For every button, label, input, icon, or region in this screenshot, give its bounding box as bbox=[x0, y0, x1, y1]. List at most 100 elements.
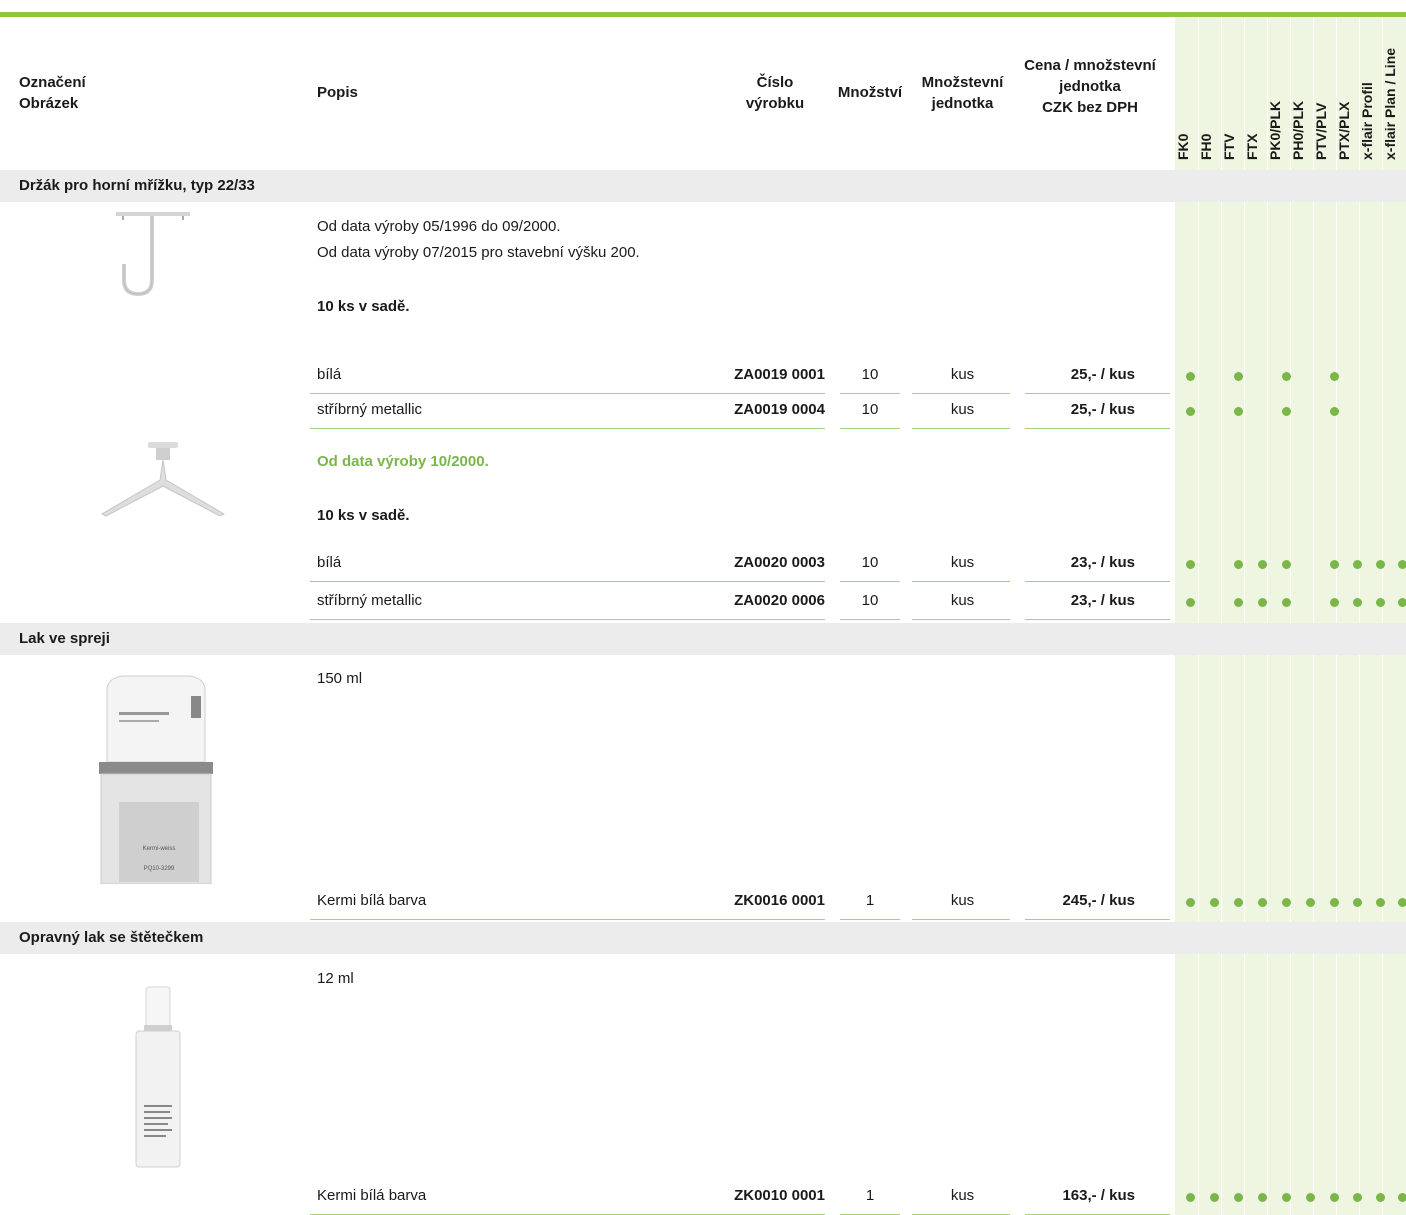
compat-dot bbox=[1353, 1193, 1362, 1202]
compat-dot bbox=[1282, 898, 1291, 907]
header-product-number-line2: výrobku bbox=[745, 95, 805, 112]
compat-header-1: FH0 bbox=[1198, 133, 1214, 160]
compat-dot bbox=[1210, 1193, 1219, 1202]
compat-dot bbox=[1234, 1193, 1243, 1202]
row-description: stříbrný metallic bbox=[317, 592, 423, 609]
compat-dot bbox=[1234, 598, 1243, 607]
header-product-number: Číslo výrobku bbox=[710, 72, 840, 114]
row-price: 245,- / kus bbox=[1062, 892, 1135, 909]
header-image-label: Obrázek bbox=[19, 95, 79, 112]
section-header-touch-up-lacquer: Opravný lak se štětečkem bbox=[0, 922, 1406, 954]
compat-dot bbox=[1282, 560, 1291, 569]
compat-dot bbox=[1186, 407, 1195, 416]
compat-dot bbox=[1186, 1193, 1195, 1202]
row-unit: kus bbox=[950, 1187, 975, 1204]
compat-header-3: FTX bbox=[1244, 133, 1260, 160]
header-price: Cena / množstevní jednotka CZK bez DPH bbox=[1015, 55, 1165, 118]
spray-can-image: Kermi-weiss PQ10-3299 bbox=[99, 675, 213, 884]
row-product-code: ZA0019 0004 bbox=[734, 401, 825, 418]
compat-header-6: PTV/PLV bbox=[1313, 102, 1329, 160]
note-production-date-green: Od data výroby 10/2000. bbox=[317, 453, 489, 470]
compat-dot bbox=[1306, 898, 1315, 907]
row-divider bbox=[310, 393, 825, 394]
row-product-code: ZA0019 0001 bbox=[734, 366, 825, 383]
compat-dot bbox=[1258, 898, 1267, 907]
section-title: Lak ve spreji bbox=[19, 630, 110, 647]
compat-dot bbox=[1330, 898, 1339, 907]
row-divider bbox=[912, 581, 1010, 582]
section-title: Opravný lak se štětečkem bbox=[19, 929, 204, 946]
row-product-code: ZA0020 0006 bbox=[734, 592, 825, 609]
row-price: 25,- / kus bbox=[1070, 401, 1135, 418]
compat-header-4: PK0/PLK bbox=[1267, 100, 1283, 160]
compat-dot bbox=[1376, 898, 1385, 907]
note-production-dates-2: Od data výroby 07/2015 pro stavební výšk… bbox=[317, 244, 640, 261]
row-quantity: 10 bbox=[861, 366, 879, 383]
compat-dot bbox=[1330, 1193, 1339, 1202]
compat-header-5: PH0/PLK bbox=[1290, 100, 1306, 160]
compat-dot bbox=[1282, 372, 1291, 381]
compat-dot bbox=[1234, 372, 1243, 381]
compat-dot bbox=[1258, 560, 1267, 569]
row-quantity: 1 bbox=[865, 892, 875, 909]
header-designation-label: Označení bbox=[19, 74, 86, 91]
row-product-code: ZK0016 0001 bbox=[734, 892, 825, 909]
compat-dot bbox=[1376, 560, 1385, 569]
row-unit: kus bbox=[950, 554, 975, 571]
row-divider bbox=[310, 581, 825, 582]
compat-dot bbox=[1282, 1193, 1291, 1202]
compat-dot bbox=[1186, 560, 1195, 569]
row-product-code: ZA0020 0003 bbox=[734, 554, 825, 571]
row-unit: kus bbox=[950, 401, 975, 418]
note-volume-150ml: 150 ml bbox=[317, 670, 363, 687]
compat-dot bbox=[1258, 598, 1267, 607]
header-unit-line1: Množstevní bbox=[921, 74, 1004, 91]
row-divider bbox=[840, 619, 900, 620]
row-quantity: 1 bbox=[865, 1187, 875, 1204]
row-divider bbox=[840, 919, 900, 920]
compat-dot bbox=[1282, 407, 1291, 416]
row-description: bílá bbox=[317, 554, 342, 571]
compat-dot bbox=[1398, 1193, 1406, 1202]
compat-header-7: PTX/PLX bbox=[1336, 101, 1352, 160]
compat-dot bbox=[1258, 1193, 1267, 1202]
compat-dot bbox=[1330, 560, 1339, 569]
row-divider bbox=[1025, 619, 1170, 620]
row-divider bbox=[1025, 581, 1170, 582]
compat-dot bbox=[1330, 372, 1339, 381]
note-production-dates-1: Od data výroby 05/1996 do 09/2000. bbox=[317, 218, 561, 235]
row-divider bbox=[310, 919, 825, 920]
row-divider bbox=[912, 619, 1010, 620]
compat-header-9: x-flair Plan / Line bbox=[1382, 47, 1398, 160]
header-product-number-line1: Číslo bbox=[756, 74, 794, 91]
header-quantity: Množství bbox=[837, 84, 903, 101]
row-price: 25,- / kus bbox=[1070, 366, 1135, 383]
row-quantity: 10 bbox=[861, 592, 879, 609]
spray-label-text-1: Kermi-weiss bbox=[143, 846, 176, 852]
compat-dot bbox=[1186, 372, 1195, 381]
compat-dot bbox=[1306, 1193, 1315, 1202]
row-price: 23,- / kus bbox=[1070, 592, 1135, 609]
row-description: bílá bbox=[317, 366, 342, 383]
row-unit: kus bbox=[950, 892, 975, 909]
row-divider bbox=[310, 428, 825, 429]
compat-dot bbox=[1353, 560, 1362, 569]
compat-dot bbox=[1353, 898, 1362, 907]
row-description: Kermi bílá barva bbox=[317, 892, 427, 909]
header-price-line2: jednotka bbox=[1059, 78, 1121, 95]
row-divider bbox=[840, 581, 900, 582]
compat-dot bbox=[1330, 598, 1339, 607]
section-header-top-grid-holder: Držák pro horní mřížku, typ 22/33 bbox=[0, 170, 1406, 202]
compat-dot bbox=[1330, 407, 1339, 416]
row-divider bbox=[1025, 428, 1170, 429]
holder-type-b-image bbox=[100, 442, 225, 517]
compat-dot bbox=[1398, 598, 1406, 607]
row-divider bbox=[1025, 919, 1170, 920]
row-divider bbox=[912, 919, 1010, 920]
compat-dot bbox=[1234, 560, 1243, 569]
compat-dot bbox=[1282, 598, 1291, 607]
header-unit: Množstevní jednotka bbox=[905, 72, 1020, 114]
note-set-quantity-2: 10 ks v sadě. bbox=[317, 507, 410, 524]
header-designation: Označení Obrázek bbox=[19, 72, 86, 114]
holder-type-a-image bbox=[116, 212, 190, 297]
